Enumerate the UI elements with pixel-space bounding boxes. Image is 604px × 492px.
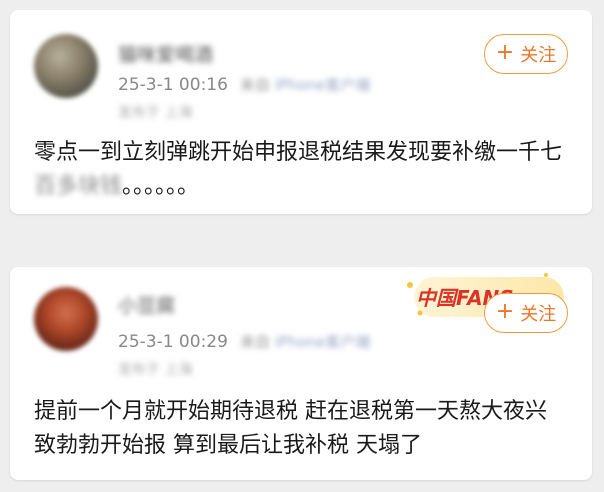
follow-button[interactable]: + 关注 — [484, 34, 568, 74]
post-meta: 25-3-1 00:29 来自 iPhone客户端 — [118, 331, 370, 352]
post-device: 来自 iPhone客户端 — [239, 76, 371, 94]
post-text-main: 零点一到立刻弹跳开始申报退税结果发现要补缴一千七 — [34, 140, 563, 165]
follow-label: 关注 — [520, 45, 557, 66]
post-card: 中国FANS 小豆腐 25-3-1 00:29 来自 iPhone客户端 发布于… — [10, 267, 592, 480]
post-card: 猫咪爱喝酒 25-3-1 00:16 来自 iPhone客户端 发布于 上海 +… — [10, 10, 592, 214]
post-location: 发布于 上海 — [118, 105, 193, 121]
avatar[interactable] — [34, 287, 98, 351]
username[interactable]: 猫咪爱喝酒 — [118, 40, 213, 67]
follow-label: 关注 — [520, 304, 557, 325]
follow-button[interactable]: + 关注 — [484, 293, 568, 333]
post-text-redacted: 百多块钱 — [34, 174, 123, 199]
post-text: 提前一个月就开始期待退税 赶在退税第一天熬大夜兴致勃勃开始报 算到最后让我补税 … — [34, 399, 547, 458]
post-time: 25-3-1 00:16 — [118, 74, 228, 95]
post-location: 发布于 上海 — [118, 362, 193, 378]
post-meta: 25-3-1 00:16 来自 iPhone客户端 — [118, 74, 370, 95]
plus-icon: + — [495, 40, 515, 65]
post-device: 来自 iPhone客户端 — [239, 333, 371, 351]
post-text: 零点一到立刻弹跳开始申报退税结果发现要补缴一千七百多块钱。。。。。。 — [34, 136, 568, 204]
avatar[interactable] — [34, 34, 98, 98]
post-time: 25-3-1 00:29 — [118, 331, 228, 352]
plus-icon: + — [495, 299, 515, 324]
post-text-ellipsis: 。。。。。。 — [122, 174, 200, 199]
username[interactable]: 小豆腐 — [118, 291, 175, 318]
